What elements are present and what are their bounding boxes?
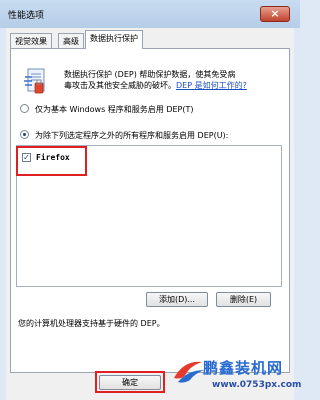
- title-bar: [0, 0, 300, 28]
- watermark-site-name: 鹏鑫装机网: [203, 359, 284, 377]
- window-title: 性能选项: [8, 11, 45, 21]
- dep-shield-document-icon: [24, 68, 45, 94]
- tab-advanced[interactable]: 高级: [58, 33, 84, 48]
- add-button[interactable]: 添加(D)...: [146, 292, 208, 307]
- watermark-logo-icon: [174, 361, 204, 383]
- remove-button[interactable]: 删除(E): [216, 292, 271, 307]
- watermark-url: www.0753px.com: [212, 380, 302, 390]
- firefox-highlight-box: [16, 146, 87, 176]
- radio-all-except-label[interactable]: 为除下列选定程序之外的所有程序和服务启用 DEP(U):: [35, 130, 228, 141]
- radio-essential-only[interactable]: [20, 104, 29, 113]
- dep-how-it-works-link[interactable]: DEP 是如何工作的?: [176, 81, 247, 90]
- radio-essential-only-label[interactable]: 仅为基本 Windows 程序和服务启用 DEP(T): [35, 104, 194, 115]
- dep-description-line2: 毒攻击及其他安全威胁的破坏。: [64, 81, 176, 90]
- tab-visual-effects[interactable]: 视觉效果: [10, 33, 52, 48]
- hardware-dep-support-text: 您的计算机处理器支持基于硬件的 DEP。: [18, 319, 165, 328]
- close-button[interactable]: ×: [260, 6, 290, 22]
- radio-all-except-selected[interactable]: [20, 130, 29, 139]
- dep-description: 数据执行保护 (DEP) 帮助保护数据，使其免受病 毒攻击及其他安全威胁的破坏。…: [64, 69, 282, 91]
- dep-description-line1: 数据执行保护 (DEP) 帮助保护数据，使其免受病: [64, 70, 236, 79]
- ok-highlight-box: [95, 371, 165, 393]
- tab-data-execution-prevention[interactable]: 数据执行保护: [85, 30, 143, 49]
